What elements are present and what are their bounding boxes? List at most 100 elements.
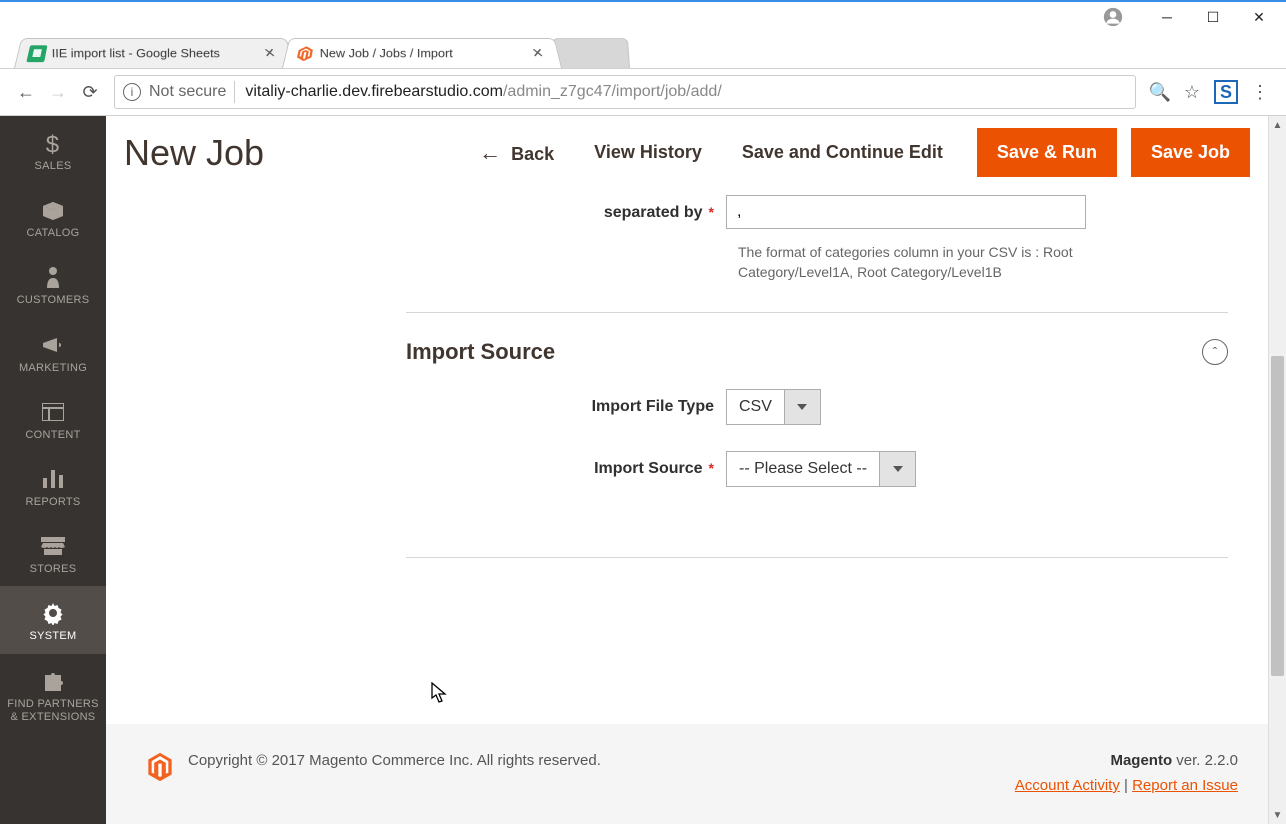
browser-address-bar: ← → ⟳ i Not secure vitaliy-charlie.dev.f… (0, 68, 1286, 116)
sidebar-item-catalog[interactable]: CATALOG (0, 183, 106, 250)
copyright-text: Copyright © 2017 Magento Commerce Inc. A… (188, 752, 601, 769)
separated-by-note: The format of categories column in your … (738, 243, 1108, 282)
select-value: CSV (726, 389, 785, 425)
nav-reload-button[interactable]: ⟳ (74, 76, 106, 108)
page-title: New Job (124, 132, 264, 174)
page-footer: Copyright © 2017 Magento Commerce Inc. A… (106, 724, 1268, 824)
vertical-scrollbar[interactable]: ▲ ▼ (1268, 116, 1286, 824)
save-job-button[interactable]: Save Job (1131, 128, 1250, 177)
page-header: New Job Back View History Save and Conti… (106, 116, 1268, 195)
field-import-file-type: Import File Type CSV (406, 389, 1228, 425)
collapse-toggle-icon[interactable]: ˆ (1202, 339, 1228, 365)
window-maximize-button[interactable]: ☐ (1190, 2, 1236, 32)
scroll-down-arrow-icon[interactable]: ▼ (1269, 806, 1286, 824)
sidebar-item-marketing[interactable]: MARKETING (0, 318, 106, 385)
sidebar-item-label: SYSTEM (4, 630, 102, 643)
magento-icon (294, 45, 315, 62)
sidebar-item-stores[interactable]: STORES (0, 519, 106, 586)
nav-back-button[interactable]: ← (10, 76, 42, 108)
url-path: /admin_z7gc47/import/job/add/ (503, 83, 722, 101)
chrome-menu-icon[interactable]: ⋮ (1244, 82, 1276, 103)
store-icon (4, 533, 102, 559)
footer-ver: ver. 2.2.0 (1172, 752, 1238, 769)
magento-logo-icon (146, 752, 174, 786)
back-button[interactable]: Back (479, 140, 554, 166)
account-activity-link[interactable]: Account Activity (1015, 777, 1120, 794)
window-close-button[interactable]: ✕ (1236, 2, 1282, 32)
import-file-type-select[interactable]: CSV (726, 389, 821, 425)
site-info-icon[interactable]: i (123, 83, 141, 101)
import-source-select[interactable]: -- Please Select -- (726, 451, 916, 487)
sidebar-item-label: CUSTOMERS (4, 294, 102, 307)
sheets-icon: ▦ (26, 45, 47, 62)
dollar-icon: $ (4, 130, 102, 156)
sidebar-item-label: REPORTS (4, 496, 102, 509)
bookmark-star-icon[interactable]: ☆ (1176, 82, 1208, 103)
sidebar-item-system[interactable]: SYSTEM (0, 586, 106, 653)
sidebar-item-partners[interactable]: FIND PARTNERS & EXTENSIONS (0, 654, 106, 734)
browser-new-tab[interactable] (550, 38, 630, 68)
layout-icon (4, 399, 102, 425)
field-label-separated-by: separated by * (406, 195, 726, 224)
separated-by-input[interactable] (726, 195, 1086, 229)
sidebar-item-label: CONTENT (4, 429, 102, 442)
save-continue-button[interactable]: Save and Continue Edit (742, 142, 943, 163)
required-asterisk: * (709, 460, 714, 476)
field-label-import-source: Import Source* (406, 451, 726, 480)
chevron-down-icon (785, 389, 821, 425)
bars-icon (4, 466, 102, 492)
sidebar-item-label: FIND PARTNERS & EXTENSIONS (4, 698, 102, 724)
section-divider (406, 312, 1228, 313)
sidebar-item-label: STORES (4, 563, 102, 576)
tab-title: New Job / Jobs / Import (320, 46, 529, 60)
browser-tab-strip: ▦ IIE import list - Google Sheets ✕ New … (0, 32, 1286, 68)
person-icon (4, 264, 102, 290)
url-host: vitaliy-charlie.dev.firebearstudio.com (245, 83, 503, 101)
window-title-bar: ─ ☐ ✕ (0, 2, 1286, 32)
field-separated-by: separated by * (406, 195, 1228, 229)
omnibox-divider (234, 81, 235, 103)
svg-text:$: $ (46, 132, 60, 155)
field-label-file-type: Import File Type (406, 389, 726, 418)
section-title: Import Source (406, 339, 555, 365)
select-value: -- Please Select -- (726, 451, 880, 487)
tab-close-icon[interactable]: ✕ (527, 45, 550, 61)
browser-tab-1[interactable]: New Job / Jobs / Import ✕ (282, 38, 562, 68)
tab-title: IIE import list - Google Sheets (52, 46, 261, 60)
tab-close-icon[interactable]: ✕ (259, 45, 282, 61)
puzzle-icon (4, 668, 102, 694)
megaphone-icon (4, 332, 102, 358)
sidebar-item-reports[interactable]: REPORTS (0, 452, 106, 519)
zoom-icon[interactable]: 🔍 (1144, 82, 1176, 103)
scrollbar-thumb[interactable] (1271, 356, 1284, 676)
not-secure-label: Not secure (149, 83, 226, 101)
main-content: New Job Back View History Save and Conti… (106, 116, 1268, 824)
window-minimize-button[interactable]: ─ (1144, 2, 1190, 32)
footer-brand: Magento (1110, 752, 1172, 769)
chrome-user-icon[interactable] (1090, 2, 1136, 32)
gear-icon (4, 600, 102, 626)
sidebar-item-label: CATALOG (4, 227, 102, 240)
snagit-extension-icon[interactable]: S (1214, 80, 1238, 104)
sidebar-item-sales[interactable]: $ SALES (0, 116, 106, 183)
field-import-source: Import Source* -- Please Select -- (406, 451, 1228, 487)
sidebar-item-label: MARKETING (4, 362, 102, 375)
report-issue-link[interactable]: Report an Issue (1132, 777, 1238, 794)
chevron-down-icon (880, 451, 916, 487)
save-run-button[interactable]: Save & Run (977, 128, 1117, 177)
view-history-button[interactable]: View History (594, 142, 702, 163)
label-text: separated by (604, 204, 703, 221)
label-text: Import File Type (592, 398, 714, 415)
browser-tab-0[interactable]: ▦ IIE import list - Google Sheets ✕ (14, 38, 294, 68)
footer-version: Magento ver. 2.2.0 (1015, 752, 1238, 769)
address-omnibox[interactable]: i Not secure vitaliy-charlie.dev.firebea… (114, 75, 1136, 109)
required-asterisk: * (709, 204, 714, 220)
section-header-import-source[interactable]: Import Source ˆ (406, 333, 1228, 389)
box-icon (4, 197, 102, 223)
section-divider (406, 557, 1228, 558)
sidebar-item-content[interactable]: CONTENT (0, 385, 106, 452)
nav-forward-button[interactable]: → (42, 76, 74, 108)
scroll-up-arrow-icon[interactable]: ▲ (1269, 116, 1286, 134)
admin-sidebar: $ SALES CATALOG CUSTOMERS MARKETING CONT… (0, 116, 106, 824)
sidebar-item-customers[interactable]: CUSTOMERS (0, 250, 106, 317)
